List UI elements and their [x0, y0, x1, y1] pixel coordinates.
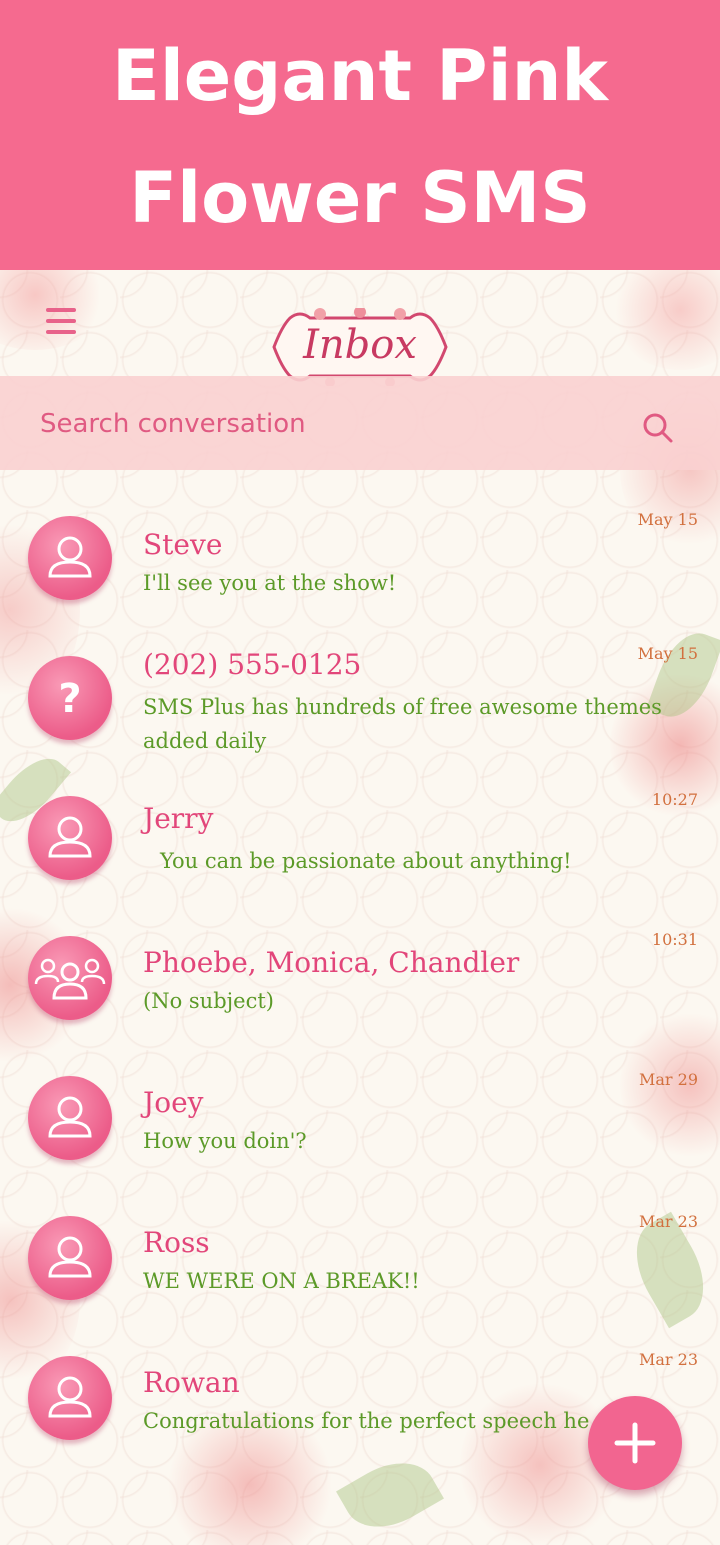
page-title: Inbox [303, 322, 417, 368]
flower-decoration [610, 270, 720, 370]
contact-name: Phoebe, Monica, Chandler [143, 946, 520, 979]
contact-avatar [28, 1076, 112, 1160]
person-icon [48, 816, 92, 858]
menu-icon[interactable] [46, 308, 76, 334]
contact-avatar: ? [28, 656, 112, 740]
contact-name: Rowan [143, 1366, 240, 1399]
contact-avatar [28, 1356, 112, 1440]
message-preview: How you doin'? [143, 1129, 307, 1153]
message-preview: (No subject) [143, 989, 274, 1013]
contact-name: Ross [143, 1226, 210, 1259]
contact-name: (202) 555-0125 [143, 648, 362, 681]
message-preview: You can be passionate about anything! [160, 849, 572, 873]
compose-button[interactable] [588, 1396, 682, 1490]
person-icon [48, 1236, 92, 1278]
contact-avatar [28, 936, 112, 1020]
inbox-screen: Inbox Steve I'll see you at the show! Ma… [0, 270, 720, 1545]
banner-title-line2: Flower SMS [129, 157, 591, 239]
contact-name: Joey [143, 1086, 204, 1119]
search-input[interactable] [38, 402, 602, 446]
search-bar [0, 376, 720, 470]
unknown-contact-icon: ? [58, 676, 81, 722]
message-preview: Congratulations for the perfect speech h… [143, 1409, 590, 1433]
contact-avatar [28, 796, 112, 880]
search-icon[interactable] [640, 410, 676, 446]
message-preview: SMS Plus has hundreds of free awesome th… [143, 695, 662, 753]
contact-name: Jerry [143, 802, 214, 835]
conversation-row[interactable]: Joey How you doin'? Mar 29 [0, 1070, 720, 1200]
inbox-title-frame: Inbox [270, 306, 450, 387]
contact-avatar [28, 1216, 112, 1300]
message-time: May 15 [637, 510, 698, 529]
message-preview: I'll see you at the show! [143, 571, 397, 595]
message-time: Mar 23 [638, 1350, 698, 1369]
message-time: Mar 23 [638, 1212, 698, 1231]
person-icon [48, 1376, 92, 1418]
conversation-row[interactable]: Steve I'll see you at the show! May 15 [0, 508, 720, 638]
plus-icon [614, 1422, 656, 1464]
message-time: May 15 [637, 644, 698, 663]
message-time: 10:27 [651, 790, 698, 809]
contact-name: Steve [143, 528, 223, 561]
conversation-row[interactable]: Ross WE WERE ON A BREAK!! Mar 23 [0, 1210, 720, 1340]
conversation-row[interactable]: Phoebe, Monica, Chandler (No subject) 10… [0, 930, 720, 1060]
contact-avatar [28, 516, 112, 600]
person-icon [48, 536, 92, 578]
conversation-row[interactable]: Jerry You can be passionate about anythi… [0, 790, 720, 920]
message-time: 10:31 [651, 930, 698, 949]
message-preview: WE WERE ON A BREAK!! [143, 1269, 420, 1293]
conversation-row[interactable]: ? (202) 555-0125 SMS Plus has hundreds o… [0, 640, 720, 770]
group-icon [34, 958, 106, 1000]
banner-title-line1: Elegant Pink [112, 35, 608, 117]
promo-banner: Elegant Pink Flower SMS [0, 0, 720, 270]
svg-text:?: ? [58, 676, 81, 722]
person-icon [48, 1096, 92, 1138]
message-time: Mar 29 [638, 1070, 698, 1089]
